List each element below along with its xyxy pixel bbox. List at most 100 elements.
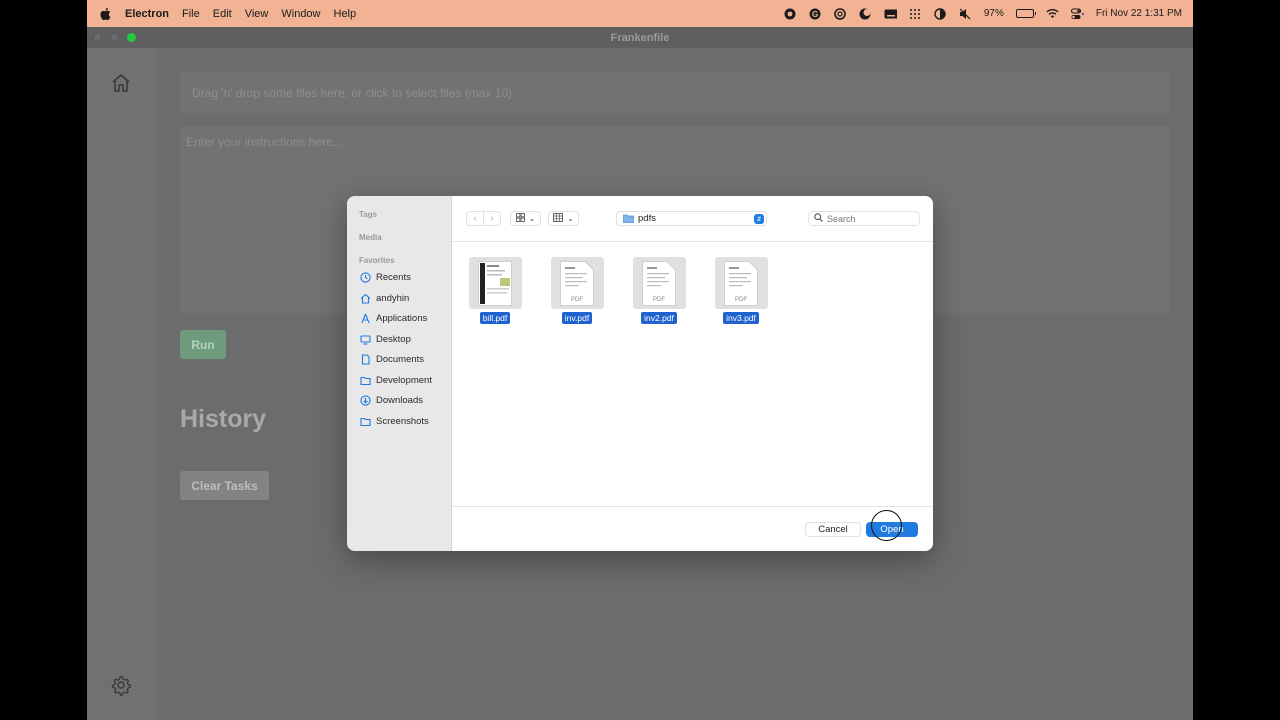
sidebar-item-label: Screenshots [376, 415, 429, 427]
contrast-icon[interactable] [934, 7, 947, 20]
settings-gear-icon[interactable] [110, 674, 132, 696]
clear-tasks-button[interactable]: Clear Tasks [180, 471, 269, 500]
search-input[interactable] [827, 213, 917, 224]
menu-app-name[interactable]: Electron [125, 8, 169, 20]
menu-edit[interactable]: Edit [213, 8, 232, 20]
menu-view[interactable]: View [245, 8, 269, 20]
menubar-clock[interactable]: Fri Nov 22 1:31 PM [1096, 8, 1182, 19]
sidebar-item-screenshots[interactable]: Screenshots [359, 413, 429, 429]
cancel-button[interactable]: Cancel [805, 522, 861, 537]
sidebar-item-label: Recents [376, 271, 411, 283]
pdf-file-icon: PDF [632, 257, 686, 309]
file-item-inv2[interactable]: PDF inv2.pdf [631, 257, 687, 324]
sidebar-item-label: Desktop [376, 333, 411, 345]
search-field[interactable] [808, 211, 920, 226]
file-open-dialog: Tags Media Favorites Recents andyhin App… [347, 196, 933, 551]
traffic-lights [93, 33, 136, 42]
mute-icon[interactable] [959, 7, 972, 20]
file-name: inv3.pdf [723, 312, 759, 324]
maximize-window-button[interactable] [127, 33, 136, 42]
document-icon [359, 353, 371, 365]
dialog-sidebar: Tags Media Favorites Recents andyhin App… [347, 196, 452, 551]
apple-icon[interactable] [99, 7, 113, 21]
group-view-button[interactable]: ⌄ [548, 211, 579, 226]
sidebar-item-downloads[interactable]: Downloads [359, 392, 423, 408]
current-folder-label: pdfs [638, 213, 656, 224]
status-area: G 97% Fri Nov 22 1:31 PM [784, 0, 1182, 27]
back-chevron-icon[interactable]: ‹ [467, 212, 483, 225]
grid-dots-icon[interactable] [909, 7, 922, 20]
file-name: inv.pdf [561, 312, 593, 324]
pdf-file-icon: PDF [550, 257, 604, 309]
close-window-button[interactable] [93, 33, 102, 42]
sidebar-item-development[interactable]: Development [359, 372, 432, 388]
click-highlight-ring [871, 510, 902, 541]
magnifier-icon [814, 213, 823, 224]
file-grid: bill.pdf PDF inv.pdf PDF inv2.pdf PDF in… [453, 243, 933, 506]
history-heading: History [180, 405, 267, 433]
pdf-file-icon: PDF [714, 257, 768, 309]
sidebar-item-desktop[interactable]: Desktop [359, 331, 411, 347]
chevron-down-icon: ⌄ [567, 214, 574, 223]
folder-path-popup[interactable]: pdfs ⇵ [616, 211, 767, 226]
app-sidebar [87, 48, 156, 720]
file-dropzone[interactable]: Drag 'n' drop some files here, or click … [180, 72, 1170, 113]
keyboard-icon[interactable] [884, 7, 897, 20]
battery-percent: 97% [983, 8, 1004, 19]
wifi-icon[interactable] [1046, 7, 1059, 20]
sidebar-item-andyhin[interactable]: andyhin [359, 290, 409, 306]
forward-chevron-icon[interactable]: › [483, 212, 500, 225]
clock-icon [359, 271, 371, 283]
section-favorites: Favorites [359, 256, 395, 265]
section-media: Media [359, 233, 382, 242]
record-icon[interactable] [784, 7, 797, 20]
sidebar-item-label: Downloads [376, 394, 423, 406]
group-grid-icon [553, 213, 564, 224]
icon-view-button[interactable]: ⌄ [510, 211, 541, 226]
file-item-inv3[interactable]: PDF inv3.pdf [713, 257, 769, 324]
menu-bar: Electron File Edit View Window Help G 97… [87, 0, 1193, 27]
sidebar-item-label: Applications [376, 312, 428, 324]
svg-text:G: G [812, 10, 818, 19]
dialog-toolbar: ‹ › ⌄ ⌄ pdfs ⇵ [453, 196, 933, 242]
file-name: bill.pdf [479, 312, 511, 324]
window-title: Frankenfile [610, 31, 670, 44]
sidebar-item-recents[interactable]: Recents [359, 269, 411, 285]
applications-icon [359, 312, 371, 324]
pdf-type-label: PDF [735, 297, 747, 303]
battery-icon[interactable] [1015, 9, 1036, 18]
pdf-type-label: PDF [571, 297, 583, 303]
folder-icon [359, 415, 371, 427]
menu-help[interactable]: Help [334, 8, 357, 20]
file-item-inv[interactable]: PDF inv.pdf [549, 257, 605, 324]
chevron-down-icon: ⌄ [528, 214, 536, 223]
folder-icon [623, 214, 634, 223]
screen: Electron File Edit View Window Help G 97… [87, 0, 1193, 720]
control-center-icon[interactable] [1070, 7, 1084, 20]
up-down-chevron-icon: ⇵ [754, 214, 764, 224]
openai-icon[interactable] [834, 7, 847, 20]
sidebar-item-documents[interactable]: Documents [359, 351, 424, 367]
home-icon[interactable] [110, 72, 132, 94]
download-icon [359, 394, 371, 406]
title-bar: Frankenfile [87, 27, 1193, 48]
menu-window[interactable]: Window [281, 8, 320, 20]
nav-buttons: ‹ › [466, 211, 501, 226]
home-icon [359, 292, 371, 304]
pdf-type-label: PDF [653, 297, 665, 303]
file-thumbnail [468, 257, 522, 309]
run-button[interactable]: Run [180, 330, 226, 359]
sidebar-item-label: Documents [376, 353, 425, 365]
minimize-window-button[interactable] [110, 33, 119, 42]
grammarly-icon[interactable]: G [809, 7, 822, 20]
folder-icon [359, 374, 371, 386]
moon-icon[interactable] [859, 7, 872, 20]
file-name: inv2.pdf [641, 312, 677, 324]
file-item-bill[interactable]: bill.pdf [467, 257, 523, 324]
sidebar-item-label: Development [376, 374, 432, 386]
desktop-icon [359, 333, 371, 345]
menu-file[interactable]: File [182, 8, 200, 20]
sidebar-item-label: andyhin [376, 292, 410, 304]
sidebar-item-applications[interactable]: Applications [359, 310, 427, 326]
dialog-footer: Cancel Open [453, 506, 933, 551]
